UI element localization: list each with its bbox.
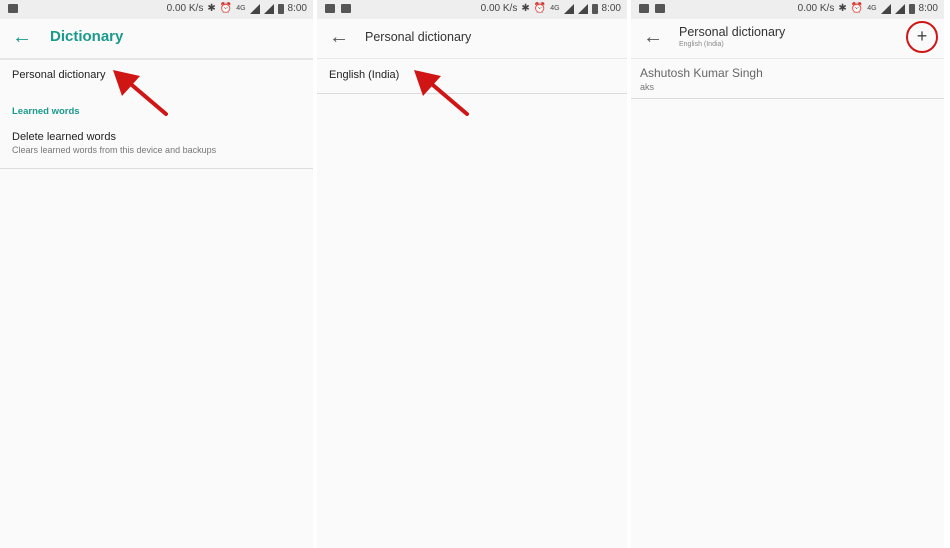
bluetooth-icon: ✱ — [521, 3, 530, 14]
signal-icon — [249, 4, 260, 14]
gallery-icon — [639, 4, 649, 13]
page-subtitle: English (India) — [679, 41, 724, 48]
back-arrow-icon[interactable]: ← — [643, 26, 663, 48]
alarm-icon: ⏰ — [219, 3, 233, 14]
delete-learned-words-label: Delete learned words — [12, 131, 116, 143]
gallery-icon — [325, 4, 335, 13]
personal-dictionary-languages-screen: 0.00 K/s ✱ ⏰ 4G 8:00 ← Personal dictiona… — [317, 0, 627, 548]
page-title: Personal dictionary — [365, 30, 472, 44]
network-type: 4G — [236, 5, 246, 12]
signal-icon-2 — [263, 4, 274, 14]
clock: 8:00 — [287, 3, 307, 14]
clock: 8:00 — [601, 3, 621, 14]
notification-icon — [655, 4, 665, 13]
notification-icon — [8, 4, 18, 13]
list-divider — [317, 93, 627, 94]
delete-learned-words-summary: Clears learned words from this device an… — [12, 145, 217, 155]
status-bar: 0.00 K/s ✱ ⏰ 4G 8:00 — [631, 0, 944, 19]
network-speed: 0.00 K/s — [797, 3, 835, 14]
app-toolbar: ← Personal dictionary — [317, 19, 627, 59]
language-item-english-india[interactable]: English (India) — [329, 69, 615, 81]
entry-shortcut: aks — [640, 82, 655, 92]
battery-icon — [908, 4, 915, 14]
clock: 8:00 — [918, 3, 938, 14]
network-speed: 0.00 K/s — [166, 3, 204, 14]
status-bar: 0.00 K/s ✱ ⏰ 4G 8:00 — [317, 0, 627, 19]
dictionary-screen: 0.00 K/s ✱ ⏰ 4G 8:00 ← Dictionary Person… — [0, 0, 313, 548]
dictionary-entry[interactable]: Ashutosh Kumar Singh aks — [640, 66, 932, 92]
alarm-icon: ⏰ — [533, 3, 547, 14]
language-label: English (India) — [329, 69, 400, 81]
network-type: 4G — [867, 5, 877, 12]
alarm-icon: ⏰ — [850, 3, 864, 14]
learned-words-section: Learned words — [12, 106, 301, 117]
page-title: Dictionary — [50, 28, 124, 45]
list-divider — [631, 98, 944, 99]
list-divider — [0, 168, 313, 169]
notification-icon — [341, 4, 351, 13]
battery-icon — [591, 4, 598, 14]
network-type: 4G — [550, 5, 560, 12]
battery-icon — [277, 4, 284, 14]
app-toolbar: ← Dictionary — [0, 19, 313, 60]
signal-icon-2 — [894, 4, 905, 14]
section-header: Learned words — [12, 106, 80, 117]
add-word-button[interactable]: + — [906, 21, 938, 53]
signal-icon — [880, 4, 891, 14]
bluetooth-icon: ✱ — [838, 3, 847, 14]
personal-dictionary-item[interactable]: Personal dictionary — [12, 69, 301, 81]
bluetooth-icon: ✱ — [207, 3, 216, 14]
network-speed: 0.00 K/s — [480, 3, 518, 14]
signal-icon-2 — [577, 4, 588, 14]
status-bar: 0.00 K/s ✱ ⏰ 4G 8:00 — [0, 0, 313, 19]
delete-learned-words-item[interactable]: Delete learned words Clears learned word… — [12, 131, 301, 155]
signal-icon — [563, 4, 574, 14]
entry-word: Ashutosh Kumar Singh — [640, 66, 763, 80]
back-arrow-icon[interactable]: ← — [12, 26, 32, 48]
personal-dictionary-label: Personal dictionary — [12, 69, 106, 81]
app-toolbar: ← Personal dictionary English (India) + — [631, 19, 944, 59]
back-arrow-icon[interactable]: ← — [329, 26, 349, 48]
page-title: Personal dictionary — [679, 25, 786, 39]
personal-dictionary-words-screen: 0.00 K/s ✱ ⏰ 4G 8:00 ← Personal dictiona… — [631, 0, 944, 548]
